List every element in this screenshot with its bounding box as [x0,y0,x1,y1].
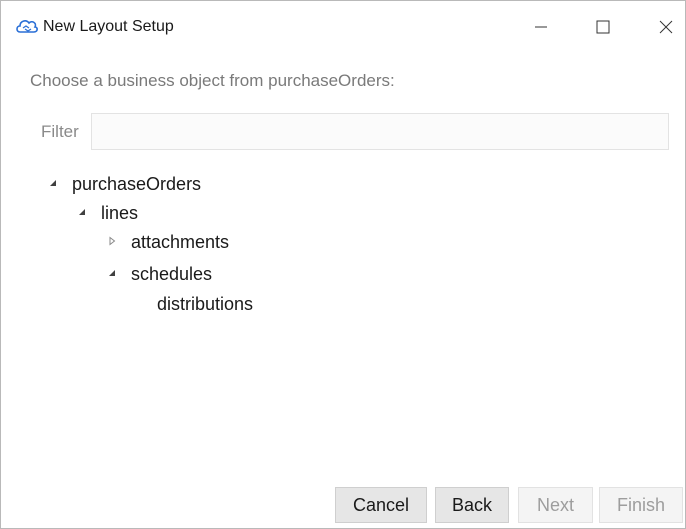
finish-button[interactable]: Finish [599,487,683,523]
maximize-button[interactable] [583,11,623,43]
next-button[interactable]: Next [518,487,593,523]
title-bar[interactable]: New Layout Setup [1,1,685,53]
tree-node-attachments[interactable]: attachments [107,230,229,254]
back-button[interactable]: Back [435,487,509,523]
cancel-button[interactable]: Cancel [335,487,427,523]
filter-input[interactable] [91,113,669,150]
tree-node-schedules[interactable]: schedules [107,262,212,286]
tree-node-label: attachments [131,231,230,252]
tree-node-purchaseorders[interactable]: purchaseOrders [48,172,201,196]
expanded-triangle-icon[interactable] [77,201,91,225]
instruction-text: Choose a business object from purchaseOr… [30,71,395,90]
expanded-triangle-icon[interactable] [48,172,62,196]
tree-node-label: purchaseOrders [72,173,202,194]
filter-label: Filter [41,122,79,141]
minimize-icon [535,26,547,28]
maximize-icon [596,20,610,34]
tree-node-label: lines [101,202,139,223]
dialog-window: New Layout Setup Choose a business objec… [0,0,686,529]
minimize-button[interactable] [521,11,561,43]
tree-node-label: schedules [131,263,213,284]
close-icon [659,20,673,34]
tree-node-distributions[interactable]: distributions [157,292,253,316]
collapsed-triangle-icon[interactable] [107,230,121,254]
tree-node-label: distributions [157,293,254,314]
close-button[interactable] [646,11,686,43]
cloud-sync-icon [14,15,40,37]
tree-node-lines[interactable]: lines [77,201,138,225]
window-title: New Layout Setup [43,18,174,35]
expanded-triangle-icon[interactable] [107,262,121,286]
